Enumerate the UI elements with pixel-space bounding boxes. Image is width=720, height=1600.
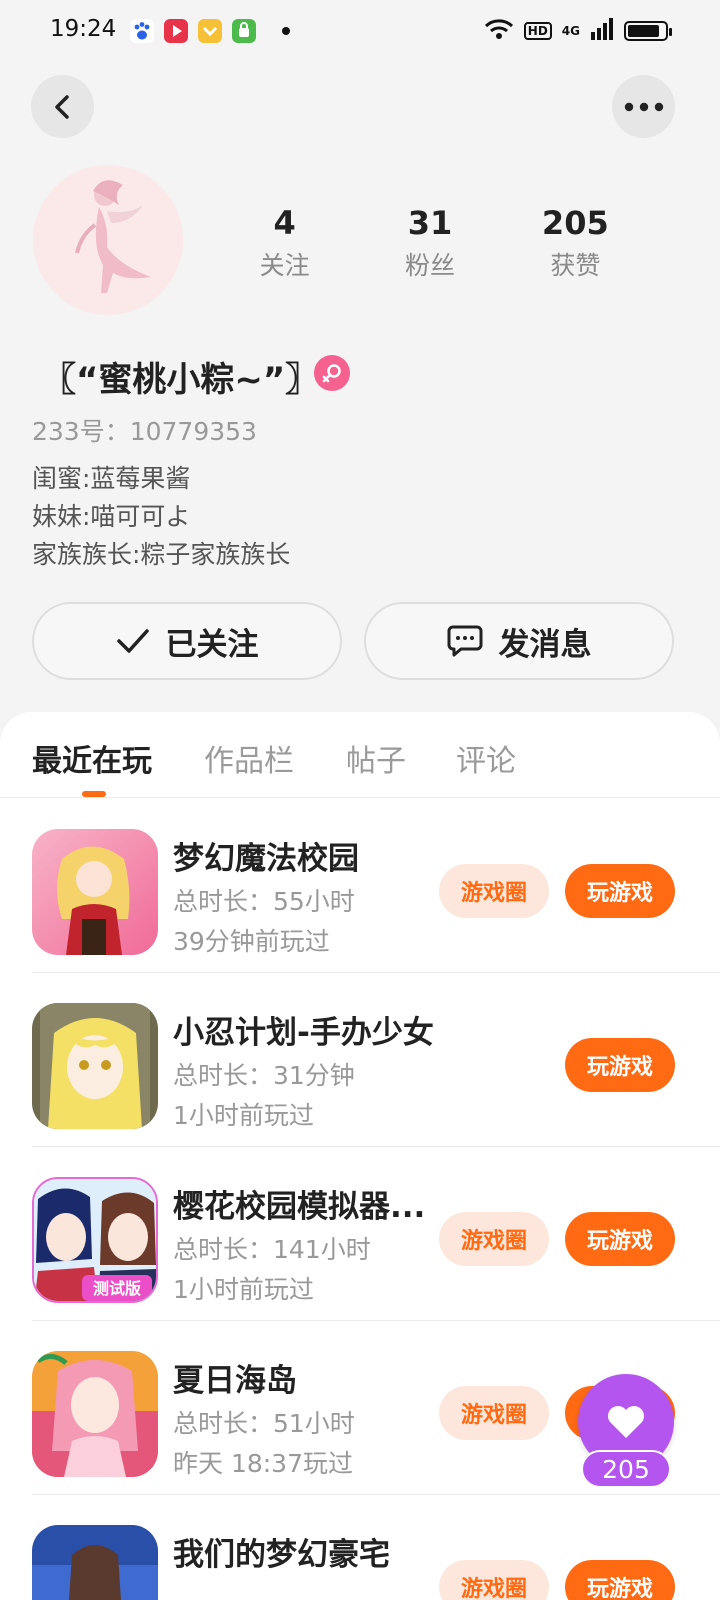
- play-game-button[interactable]: 玩游戏: [565, 864, 675, 918]
- checkmark-icon: [116, 629, 149, 653]
- notification-dot: [282, 27, 290, 35]
- tab-posts[interactable]: 帖子: [346, 736, 406, 780]
- back-button[interactable]: [31, 75, 94, 138]
- game-row[interactable]: 梦幻魔法校园 总时长：55小时 39分钟前玩过 游戏圈 玩游戏: [32, 799, 720, 973]
- test-version-label: 测试版: [93, 1279, 141, 1298]
- battery-icon: [624, 21, 672, 41]
- stat-following-label: 关注: [259, 251, 310, 280]
- game-icon: [32, 1351, 158, 1477]
- female-icon: [314, 355, 350, 391]
- more-button[interactable]: [612, 75, 675, 138]
- stat-followers-count: 31: [407, 204, 453, 242]
- user-id: 233号：10779353: [32, 417, 257, 446]
- profile-stats: 4 关注 31 粉丝 205 获赞: [212, 202, 648, 282]
- tab-comments[interactable]: 评论: [456, 736, 516, 780]
- stat-followers-label: 粉丝: [404, 251, 455, 280]
- game-circle-button[interactable]: 游戏圈: [439, 1386, 549, 1440]
- game-title: 夏日海岛: [173, 1363, 297, 1399]
- battery-tip: [669, 28, 672, 36]
- battery-fill: [628, 25, 659, 37]
- game-circle-button[interactable]: 游戏圈: [439, 1212, 549, 1266]
- game-row[interactable]: 我们的梦幻豪宅 游戏圈 玩游戏: [32, 1495, 720, 1600]
- game-title: 我们的梦幻豪宅: [173, 1537, 390, 1573]
- heart-icon: [608, 1406, 644, 1438]
- game-last-played: 昨天 18:37玩过: [173, 1449, 353, 1478]
- play-game-button[interactable]: 玩游戏: [565, 1212, 675, 1266]
- more-dots-icon: [624, 102, 663, 111]
- stat-followers[interactable]: 31 粉丝: [357, 202, 502, 282]
- game-title: 小忍计划-手办少女: [173, 1015, 434, 1051]
- video-play-icon: [164, 19, 188, 43]
- wifi-icon: [484, 18, 514, 44]
- like-count: 205: [581, 1450, 671, 1488]
- status-app-icons: [130, 19, 290, 43]
- game-duration: 总时长：31分钟: [173, 1061, 355, 1090]
- game-row[interactable]: 测试版 樱花校园模拟器... 总时长：141小时 1小时前玩过 游戏圈 玩游戏: [32, 1147, 720, 1321]
- stat-likes-label: 获赞: [550, 251, 601, 280]
- bio-line: 家族族长:粽子家族族长: [32, 540, 291, 569]
- status-bar: 19:24 HD 4G: [0, 0, 720, 64]
- tab-bar: 最近在玩 作品栏 帖子 评论: [0, 712, 720, 798]
- wallet-icon: [198, 19, 222, 43]
- game-last-played: 1小时前玩过: [173, 1101, 314, 1130]
- game-duration: 总时长：141小时: [173, 1235, 371, 1264]
- bio: 闺蜜:蓝莓果酱 妹妹:喵可可よ 家族族长:粽子家族族长: [32, 460, 290, 574]
- shopping-bag-icon: [232, 19, 256, 43]
- game-icon: [32, 1525, 158, 1600]
- stat-likes[interactable]: 205 获赞: [503, 202, 648, 282]
- chevron-left-icon: [54, 94, 69, 119]
- status-time: 19:24: [50, 16, 117, 42]
- send-message-label: 发消息: [498, 626, 592, 663]
- game-title: 梦幻魔法校园: [173, 841, 359, 877]
- tab-recently-played[interactable]: 最近在玩: [32, 736, 152, 780]
- hd-badge: HD: [523, 22, 552, 40]
- game-title: 樱花校园模拟器...: [173, 1189, 426, 1225]
- stat-likes-count: 205: [541, 204, 609, 242]
- status-right: HD 4G: [484, 18, 672, 44]
- send-message-button[interactable]: 发消息: [364, 602, 674, 680]
- play-game-button[interactable]: 玩游戏: [565, 1038, 675, 1092]
- game-icon: [32, 829, 158, 955]
- game-last-played: 1小时前玩过: [173, 1275, 314, 1304]
- baidu-paw-icon: [130, 19, 154, 43]
- stat-following[interactable]: 4 关注: [212, 202, 357, 282]
- game-circle-button[interactable]: 游戏圈: [439, 864, 549, 918]
- tab-works[interactable]: 作品栏: [204, 736, 294, 780]
- game-duration: 总时长：55小时: [173, 887, 355, 916]
- chat-bubble-icon: [447, 625, 482, 657]
- game-circle-button[interactable]: 游戏圈: [439, 1560, 549, 1600]
- bio-line: 妹妹:喵可可よ: [32, 502, 191, 531]
- network-label: 4G: [561, 24, 580, 38]
- game-last-played: 39分钟前玩过: [173, 927, 330, 956]
- game-duration: 总时长：51小时: [173, 1409, 355, 1438]
- game-row[interactable]: 小忍计划-手办少女 总时长：31分钟 1小时前玩过 玩游戏: [32, 973, 720, 1147]
- avatar[interactable]: [33, 165, 183, 315]
- bio-line: 闺蜜:蓝莓果酱: [32, 464, 191, 493]
- stat-following-count: 4: [273, 204, 296, 242]
- nickname: 〖“蜜桃小粽~”〗: [42, 360, 320, 400]
- followed-label: 已关注: [165, 626, 259, 663]
- active-tab-indicator: [82, 791, 106, 797]
- play-game-button[interactable]: 玩游戏: [565, 1560, 675, 1600]
- game-icon: [32, 1003, 158, 1129]
- followed-button[interactable]: 已关注: [32, 602, 342, 680]
- signal-icon: [590, 18, 614, 44]
- game-icon: 测试版: [32, 1177, 158, 1303]
